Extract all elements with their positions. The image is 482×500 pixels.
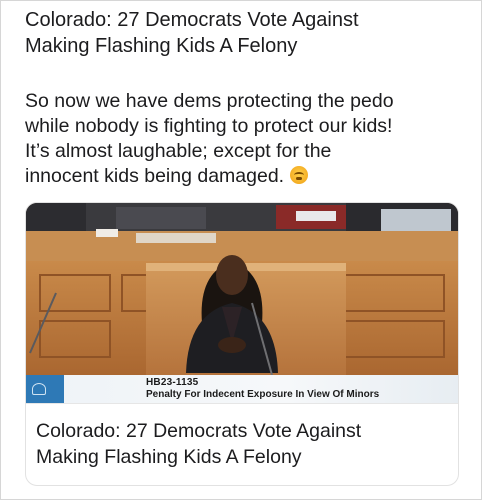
post-body-line-last: innocent kids being damaged.: [25, 164, 471, 189]
link-preview-title-line: Colorado: 27 Democrats Vote Against: [36, 420, 362, 442]
post-title-line: Colorado: 27 Democrats Vote Against: [25, 9, 359, 31]
post-body-line: while nobody is fighting to protect our …: [25, 115, 393, 137]
link-preview-title[interactable]: Colorado: 27 Democrats Vote Against Maki…: [36, 418, 446, 470]
chyron-bill-number: HB23-1135: [146, 377, 199, 388]
link-preview-title-line: Making Flashing Kids A Felony: [36, 446, 302, 468]
post-body-line: It’s almost laughable; except for the: [25, 140, 332, 162]
broadcast-logo-icon: [26, 375, 64, 403]
post-body: So now we have dems protecting the pedo …: [25, 89, 471, 189]
chyron-description: Penalty For Indecent Exposure In View Of…: [146, 389, 380, 400]
link-preview-footer[interactable]: Colorado: 27 Democrats Vote Against Maki…: [26, 403, 458, 485]
link-preview-card[interactable]: HB23-1135 Penalty For Indecent Exposure …: [25, 202, 459, 486]
video-chyron: HB23-1135 Penalty For Indecent Exposure …: [26, 375, 458, 403]
link-preview-thumbnail[interactable]: HB23-1135 Penalty For Indecent Exposure …: [26, 203, 458, 403]
exploding-head-icon: [290, 166, 309, 184]
chamber-video-frame: [26, 203, 458, 403]
post-title-line: Making Flashing Kids A Felony: [25, 35, 298, 57]
post-frame: Colorado: 27 Democrats Vote Against Maki…: [0, 0, 482, 500]
post-body-line: innocent kids being damaged.: [25, 165, 285, 187]
post-body-line: So now we have dems protecting the pedo: [25, 90, 394, 112]
post-title: Colorado: 27 Democrats Vote Against Maki…: [25, 7, 465, 59]
